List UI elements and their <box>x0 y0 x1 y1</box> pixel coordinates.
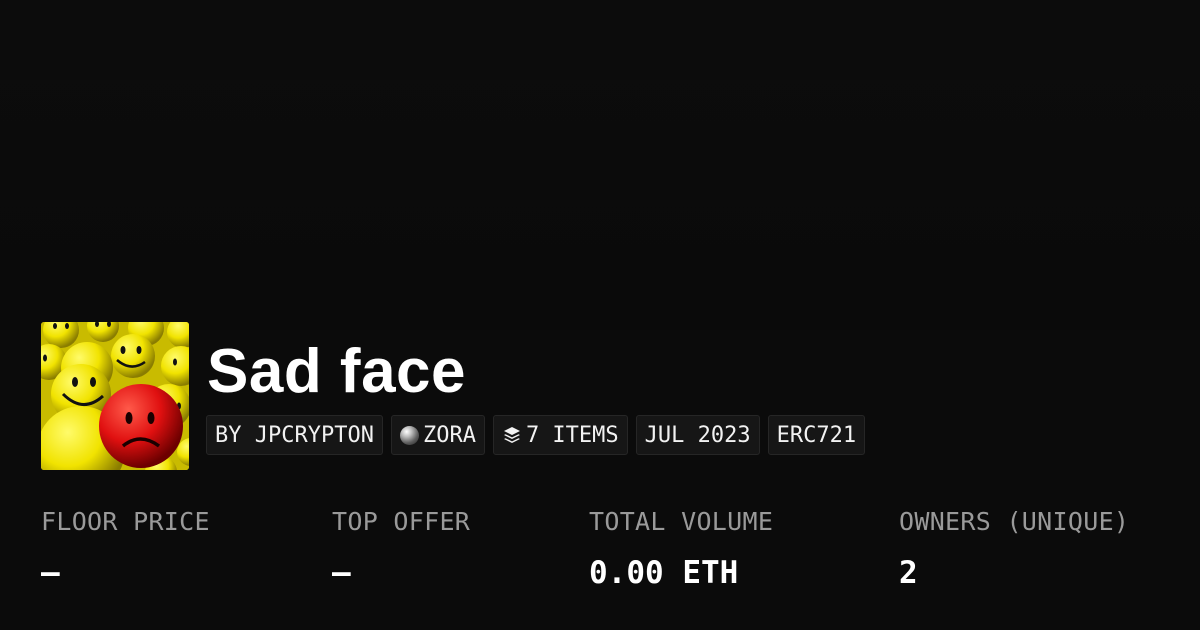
chain-tag[interactable]: ZORA <box>390 415 485 455</box>
banner-area <box>0 0 1200 330</box>
standard-tag: ERC721 <box>767 415 866 455</box>
top-offer-stat: TOP OFFER – <box>332 505 470 593</box>
owners-stat: OWNERS (UNIQUE) 2 <box>899 505 1129 593</box>
standard-label: ERC721 <box>776 422 857 448</box>
zora-chain-icon <box>399 425 419 445</box>
total-volume-stat: TOTAL VOLUME 0.00 ETH <box>589 505 773 593</box>
top-offer-label: TOP OFFER <box>332 507 471 536</box>
items-tag[interactable]: 7 ITEMS <box>492 415 628 455</box>
date-label: JUL 2023 <box>644 422 751 448</box>
floor-price-stat: FLOOR PRICE – <box>41 505 210 593</box>
owners-value: 2 <box>899 555 918 591</box>
date-tag: JUL 2023 <box>635 415 760 455</box>
layers-icon <box>503 427 520 443</box>
collection-thumbnail <box>41 322 189 470</box>
floor-price-label: FLOOR PRICE <box>41 507 210 536</box>
owners-label: OWNERS (UNIQUE) <box>899 507 1130 536</box>
items-label: 7 ITEMS <box>525 422 619 448</box>
collection-tags: BY JPCRYPTON ZORA 7 ITEMS JUL 2023 ERC72… <box>206 415 866 455</box>
floor-price-value: – <box>41 555 60 591</box>
total-volume-value: 0.00 ETH <box>589 555 739 591</box>
creator-tag[interactable]: BY JPCRYPTON <box>206 415 383 455</box>
collection-title: Sad face <box>207 337 467 406</box>
top-offer-value: – <box>332 555 351 591</box>
chain-label: ZORA <box>422 422 476 448</box>
sad-smiley-image <box>41 322 189 470</box>
creator-label: BY JPCRYPTON <box>215 422 374 448</box>
total-volume-label: TOTAL VOLUME <box>589 507 774 536</box>
